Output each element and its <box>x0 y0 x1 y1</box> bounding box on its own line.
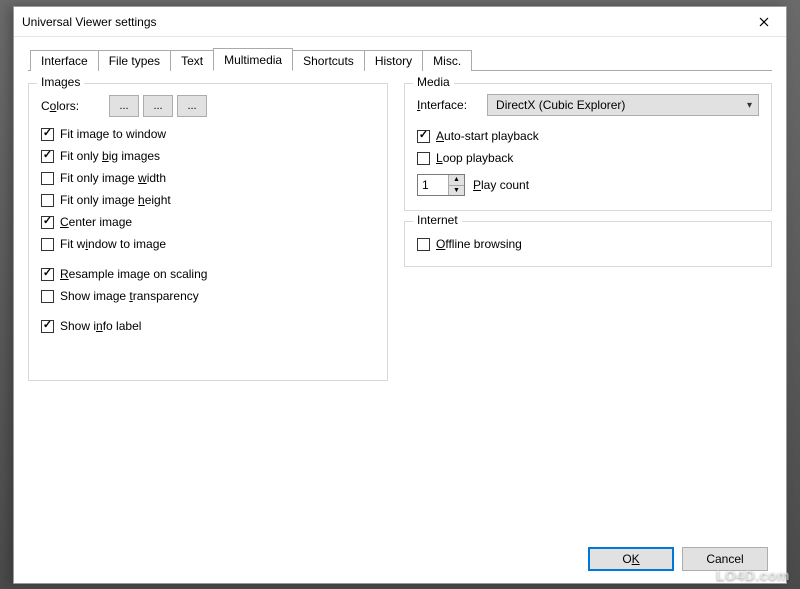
colors-label: Colors: <box>41 99 79 113</box>
label-resample: Resample image on scaling <box>60 267 207 281</box>
checkbox-fit-big[interactable] <box>41 150 54 163</box>
checkbox-resample[interactable] <box>41 268 54 281</box>
color-button-1[interactable]: ... <box>109 95 139 117</box>
tab-shortcuts[interactable]: Shortcuts <box>292 50 365 71</box>
checkbox-fit-width[interactable] <box>41 172 54 185</box>
label-offline: Offline browsing <box>436 237 522 251</box>
color-button-3[interactable]: ... <box>177 95 207 117</box>
playcount-down[interactable]: ▼ <box>449 186 464 196</box>
close-icon <box>759 17 769 27</box>
tab-interface[interactable]: Interface <box>30 50 99 71</box>
group-media-title: Media <box>413 75 454 89</box>
label-fit-window: Fit image to window <box>60 127 166 141</box>
titlebar: Universal Viewer settings <box>14 7 786 37</box>
label-center: Center image <box>60 215 132 229</box>
group-internet-title: Internet <box>413 213 462 227</box>
color-button-2[interactable]: ... <box>143 95 173 117</box>
label-fit-big: Fit only big images <box>60 149 160 163</box>
checkbox-loop[interactable] <box>417 152 430 165</box>
tab-misc[interactable]: Misc. <box>422 50 472 71</box>
tab-multimedia[interactable]: Multimedia <box>213 48 293 71</box>
label-fit-height: Fit only image height <box>60 193 171 207</box>
label-info-label: Show info label <box>60 319 141 333</box>
label-fit-width: Fit only image width <box>60 171 166 185</box>
tab-filetypes[interactable]: File types <box>98 50 171 71</box>
label-transparency: Show image transparency <box>60 289 199 303</box>
checkbox-transparency[interactable] <box>41 290 54 303</box>
checkbox-autostart[interactable] <box>417 130 430 143</box>
media-interface-value: DirectX (Cubic Explorer) <box>496 98 625 112</box>
playcount-up[interactable]: ▲ <box>449 175 464 186</box>
chevron-down-icon: ▾ <box>747 100 752 111</box>
tabstrip: Interface File types Text Multimedia Sho… <box>28 47 772 71</box>
checkbox-offline[interactable] <box>417 238 430 251</box>
group-media: Media Interface: DirectX (Cubic Explorer… <box>404 83 772 211</box>
settings-window: Universal Viewer settings Interface File… <box>13 6 787 584</box>
checkbox-fit-window-to-image[interactable] <box>41 238 54 251</box>
checkbox-info-label[interactable] <box>41 320 54 333</box>
close-button[interactable] <box>741 8 786 36</box>
watermark: LO4D.com <box>716 567 790 583</box>
media-interface-label: Interface: <box>417 98 467 112</box>
playcount-value[interactable]: 1 <box>418 175 448 195</box>
tab-history[interactable]: History <box>364 50 423 71</box>
media-interface-dropdown[interactable]: DirectX (Cubic Explorer) ▾ <box>487 94 759 116</box>
group-images: Images Colors: ... ... ... Fit image to … <box>28 83 388 381</box>
label-autostart: Auto-start playback <box>436 129 539 143</box>
group-internet: Internet Offline browsing <box>404 221 772 267</box>
label-loop: Loop playback <box>436 151 513 165</box>
label-fit-window-to-image: Fit window to image <box>60 237 166 251</box>
checkbox-center[interactable] <box>41 216 54 229</box>
label-playcount: Play count <box>473 178 529 192</box>
client-area: Interface File types Text Multimedia Sho… <box>14 37 786 583</box>
window-title: Universal Viewer settings <box>22 15 157 29</box>
tab-text[interactable]: Text <box>170 50 214 71</box>
playcount-spinner[interactable]: 1 ▲ ▼ <box>417 174 465 196</box>
checkbox-fit-window[interactable] <box>41 128 54 141</box>
checkbox-fit-height[interactable] <box>41 194 54 207</box>
ok-button[interactable]: OK <box>588 547 674 571</box>
group-images-title: Images <box>37 75 84 89</box>
